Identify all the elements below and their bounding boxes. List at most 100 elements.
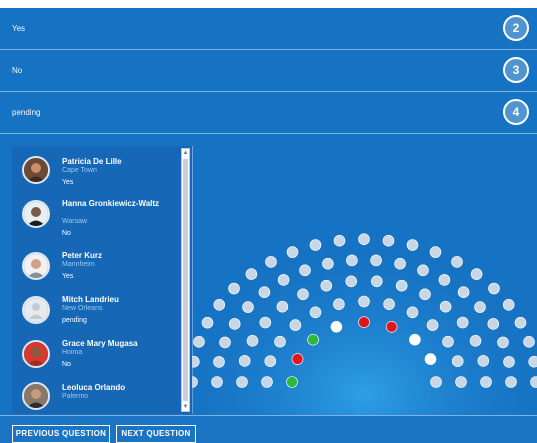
scroll-thumb[interactable] [183, 159, 188, 401]
voter-item[interactable]: Leoluca Orlando Palermo [12, 378, 182, 414]
seat [439, 300, 452, 313]
option-label: No [12, 66, 23, 75]
voter-name: Hanna Gronkiewicz-Waltz [62, 199, 160, 208]
seat [228, 318, 241, 330]
voter-name: Mitch Landrieu [62, 295, 119, 304]
person-photo-icon [22, 156, 50, 184]
top-strip [0, 0, 537, 8]
voter-name: Patricia De Lille [62, 157, 122, 166]
voter-city: Cape Town [62, 167, 97, 174]
option-number-badge: 2 [503, 15, 529, 41]
voter-list[interactable]: Patricia De Lille Cape Town Yes Hanna Gr… [12, 146, 193, 414]
option-label: pending [12, 108, 41, 117]
seat [451, 355, 464, 367]
seat [442, 335, 454, 348]
seat [505, 376, 517, 388]
seat [477, 355, 490, 367]
seat [385, 321, 398, 333]
voter-vote: pending [62, 317, 87, 324]
seat [286, 376, 298, 388]
seat [395, 279, 408, 292]
seat [291, 353, 304, 365]
voter-city: Palermo [62, 393, 89, 400]
seat [488, 282, 500, 295]
seat [236, 376, 248, 388]
seat [193, 336, 205, 348]
seat [417, 264, 429, 277]
seat [358, 316, 370, 328]
seat [213, 356, 225, 368]
seat [211, 376, 223, 388]
seat [307, 333, 319, 346]
seat [289, 319, 302, 331]
seat [429, 246, 442, 258]
seat [228, 282, 240, 295]
seat [406, 239, 419, 251]
seat [424, 353, 437, 365]
option-number-badge: 4 [503, 99, 529, 125]
seat [358, 233, 370, 245]
voter-vote: No [62, 361, 71, 368]
option-label: Yes [12, 24, 26, 33]
seat [406, 306, 419, 319]
seat [480, 376, 492, 388]
voter-name: Grace Mary Mugasa [62, 339, 138, 348]
seat [333, 298, 345, 310]
seat [497, 336, 509, 349]
seat [286, 246, 299, 258]
voter-city: Warsaw [62, 218, 88, 225]
seat [299, 264, 311, 277]
voter-item[interactable]: Grace Mary Mugasa Hoima No [12, 334, 182, 382]
seat [277, 274, 290, 286]
voting-app: Yes 2 No 3 pending 4 Patricia De Lille C… [0, 0, 537, 443]
voter-name: Leoluca Orlando [62, 383, 126, 392]
voter-list-scrollbar[interactable]: ▲ ▼ [181, 148, 190, 412]
seat [528, 355, 537, 368]
seat [487, 318, 500, 330]
seat [345, 275, 357, 288]
seat [430, 376, 442, 388]
seat [264, 355, 277, 367]
voter-vote: Yes [62, 273, 74, 280]
voter-city: New Orleans [62, 305, 103, 312]
scroll-up-arrow-icon[interactable]: ▲ [182, 149, 189, 157]
previous-question-button[interactable]: PREVIOUS QUESTION [12, 425, 110, 443]
voter-item[interactable]: Hanna Gronkiewicz-Waltz Warsaw No [12, 196, 182, 244]
seat [409, 333, 421, 346]
seat [309, 239, 322, 251]
seat [322, 257, 334, 270]
seat [276, 300, 289, 313]
seat [259, 316, 272, 329]
question-navigation: PREVIOUS QUESTION NEXT QUESTION [0, 415, 537, 443]
option-number-badge: 3 [503, 57, 529, 83]
seat [358, 295, 370, 308]
seat [523, 336, 535, 348]
option-row-yes[interactable]: Yes 2 [0, 9, 537, 50]
seat [297, 288, 309, 301]
seat [383, 298, 395, 310]
seat [419, 288, 431, 301]
scroll-down-arrow-icon[interactable]: ▼ [182, 403, 189, 411]
seat [320, 279, 333, 292]
seat [246, 335, 259, 347]
seat [265, 256, 277, 268]
seat [201, 316, 214, 329]
seat [242, 301, 254, 313]
seat [382, 234, 395, 247]
seat [370, 254, 382, 267]
voter-city: Hoima [62, 349, 83, 356]
seat [274, 335, 286, 348]
voter-item[interactable]: Mitch Landrieu New Orleans pending [12, 290, 182, 338]
seat-hemicycle [192, 147, 537, 415]
next-question-button[interactable]: NEXT QUESTION [116, 425, 196, 443]
seat [238, 355, 251, 367]
seat [514, 316, 527, 329]
option-row-pending[interactable]: pending 4 [0, 93, 537, 134]
voter-item[interactable]: Patricia De Lille Cape Town Yes [12, 152, 182, 200]
person-photo-icon [22, 200, 50, 228]
seat [394, 257, 406, 270]
seat [371, 275, 383, 288]
option-row-no[interactable]: No 3 [0, 51, 537, 92]
voter-item[interactable]: Peter Kurz Mannheim Yes [12, 246, 182, 294]
seat [502, 299, 515, 311]
